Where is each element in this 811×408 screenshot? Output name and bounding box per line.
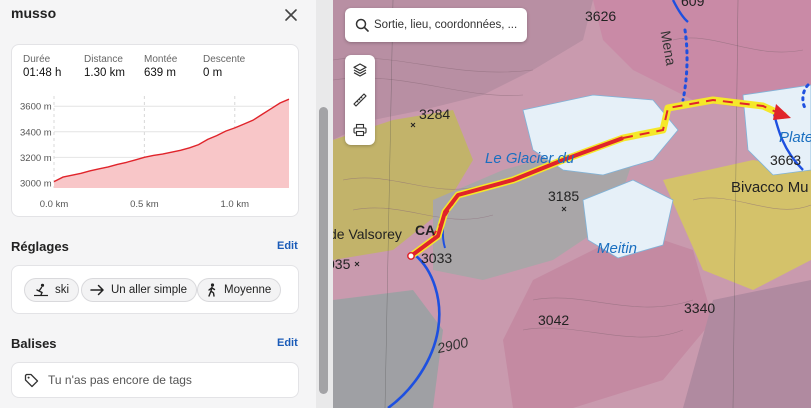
stat-label: Montée <box>144 54 178 65</box>
layers-icon <box>353 63 367 77</box>
ski-icon <box>34 283 48 297</box>
elevation-area <box>54 99 289 188</box>
tags-title: Balises <box>11 336 57 351</box>
map-label-place: CA <box>415 222 436 238</box>
difficulty-chip[interactable]: Moyenne <box>197 278 282 302</box>
search-input[interactable] <box>374 8 524 42</box>
y-tick-label: 3200 m <box>20 153 52 164</box>
activity-chip[interactable]: ski <box>24 278 80 302</box>
stat-descent: Descente 0 m <box>203 54 245 79</box>
stat-value: 0 m <box>203 67 223 79</box>
search-icon <box>355 18 369 32</box>
map-canvas <box>333 0 811 408</box>
map-label-glacier: Plate <box>779 129 811 146</box>
map-label-glacier: Meitin <box>597 240 638 257</box>
sidebar-header: musso <box>0 0 316 30</box>
elevation-profile-chart[interactable]: 3000 m 3200 m 3400 m 3600 m 0.0 km 0.5 km 1.0 … <box>12 90 300 218</box>
map-label-peak: 035 <box>333 256 351 272</box>
settings-card: ski Un aller simple Moyenne <box>11 265 299 314</box>
stat-value: 1.30 km <box>84 67 125 79</box>
tags-card <box>11 362 299 398</box>
settings-edit-link[interactable]: Edit <box>277 240 298 252</box>
map-label-peak: 3663 <box>770 152 802 168</box>
y-tick-label: 3400 m <box>20 127 52 138</box>
stat-label: Durée <box>23 54 51 65</box>
tags-edit-link[interactable]: Edit <box>277 337 298 349</box>
stat-label: Distance <box>84 54 123 65</box>
chip-label: ski <box>55 284 70 296</box>
chip-label: Moyenne <box>224 284 272 296</box>
stats-card: Durée 01:48 h Distance 1.30 km Montée 63… <box>11 44 299 217</box>
x-tick-label: 0.0 km <box>40 199 69 210</box>
map-label-peak: 3626 <box>585 8 617 24</box>
map-label-glacier: Le Glacier du <box>485 150 575 167</box>
close-icon <box>285 9 297 21</box>
stat-value: 01:48 h <box>23 67 62 79</box>
chip-label: Un aller simple <box>111 284 188 296</box>
map-search-box[interactable] <box>345 8 527 42</box>
printer-icon <box>353 123 367 137</box>
route-type-chip[interactable]: Un aller simple <box>81 278 198 302</box>
map-label-place: de Valsorey <box>333 226 402 242</box>
stat-distance: Distance 1.30 km <box>84 54 125 79</box>
y-tick-label: 3000 m <box>20 178 52 189</box>
trip-title: musso <box>11 5 57 21</box>
arrow-right-icon <box>90 284 104 296</box>
print-button[interactable] <box>345 115 375 145</box>
stat-value: 639 m <box>144 67 176 79</box>
x-tick-label: 0.5 km <box>130 199 159 210</box>
stat-ascent: Montée 639 m <box>144 54 177 79</box>
map-label-peak: 609 <box>681 0 705 9</box>
topo-map[interactable]: 3626 3284 Le Glacier du 3185 Meitin 3033… <box>333 0 811 408</box>
map-label-peak: 3284 <box>419 106 451 122</box>
map-label-hut: Bivacco Mu <box>731 179 809 196</box>
map-toolbar <box>345 55 375 145</box>
map-label-peak: 3042 <box>538 312 570 328</box>
sidebar-scrollbar-thumb[interactable] <box>319 107 328 394</box>
trip-sidebar: musso Durée 01:48 h Distance 1.30 km Mon… <box>0 0 316 408</box>
stat-duration: Durée 01:48 h <box>23 54 61 79</box>
tags-input[interactable] <box>48 363 288 397</box>
map-label-peak: 3033 <box>421 250 453 266</box>
close-button[interactable] <box>280 4 302 26</box>
hiker-icon <box>208 283 216 297</box>
layers-button[interactable] <box>345 55 375 85</box>
map-label-peak: 3340 <box>684 300 716 316</box>
x-tick-label: 1.0 km <box>221 199 250 210</box>
map-label-peak: 3185 <box>548 188 580 204</box>
y-tick-label: 3600 m <box>20 102 52 113</box>
tag-icon <box>24 373 39 388</box>
stat-label: Descente <box>203 54 246 65</box>
ruler-icon <box>353 93 367 107</box>
settings-title: Réglages <box>11 239 69 254</box>
measure-button[interactable] <box>345 85 375 115</box>
